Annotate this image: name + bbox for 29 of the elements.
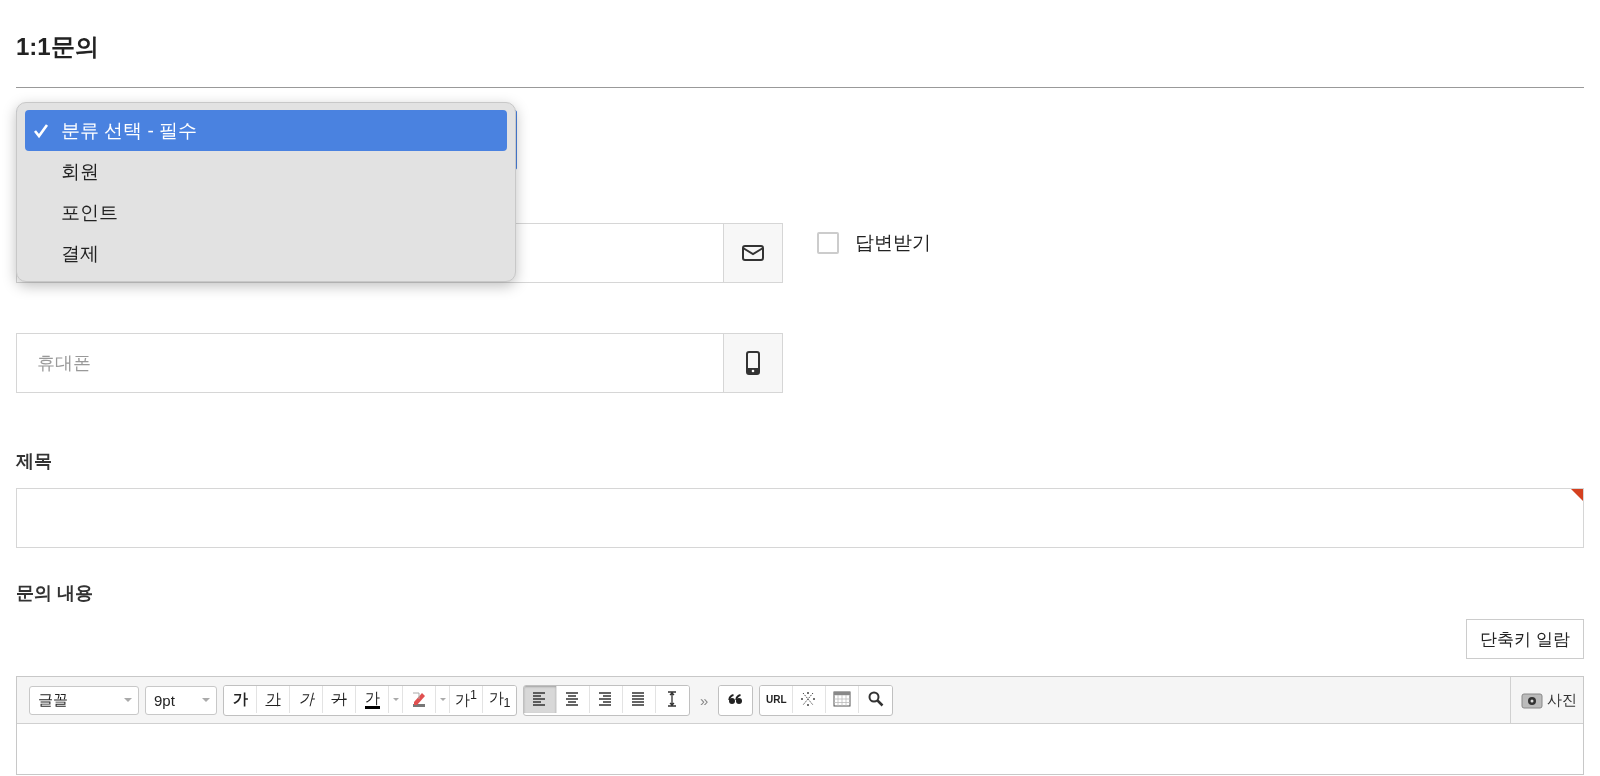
table-icon [833,690,852,708]
dropdown-option[interactable]: 포인트 [25,192,507,233]
phone-icon [746,351,760,375]
dropdown-option[interactable]: 분류 선택 - 필수 [25,110,507,151]
phone-button[interactable] [723,333,783,393]
search-icon [866,690,885,708]
subject-field[interactable] [16,488,1584,548]
envelope-icon [742,245,764,261]
align-left-button[interactable] [524,685,557,713]
checkbox[interactable] [817,232,839,254]
dropdown[interactable]: 9pt [145,685,217,715]
dropdown[interactable]: 글꼴 [29,685,139,715]
field-label: 문의 내용 [16,582,93,605]
highlighter-icon [410,690,428,708]
shortcut-list-button[interactable]: 단축키 일람 [1466,619,1584,659]
page-title: 1:1문의 [16,32,99,62]
toolbar-button[interactable]: URL [760,685,794,713]
field-label: 제목 [16,450,52,473]
check-icon [33,123,49,139]
photo-button[interactable]: 사진 [1510,676,1577,724]
dropdown-option[interactable]: 결제 [25,233,507,274]
phone-field[interactable]: 휴대폰 [16,333,723,393]
bold-button[interactable]: 가 [224,685,257,713]
checkbox-label: 답변받기 [855,231,931,255]
caret-icon [438,696,447,702]
camera-icon [1521,691,1543,709]
email-button[interactable] [723,223,783,283]
dropdown-option[interactable]: 회원 [25,151,507,192]
caret-icon [391,696,400,702]
